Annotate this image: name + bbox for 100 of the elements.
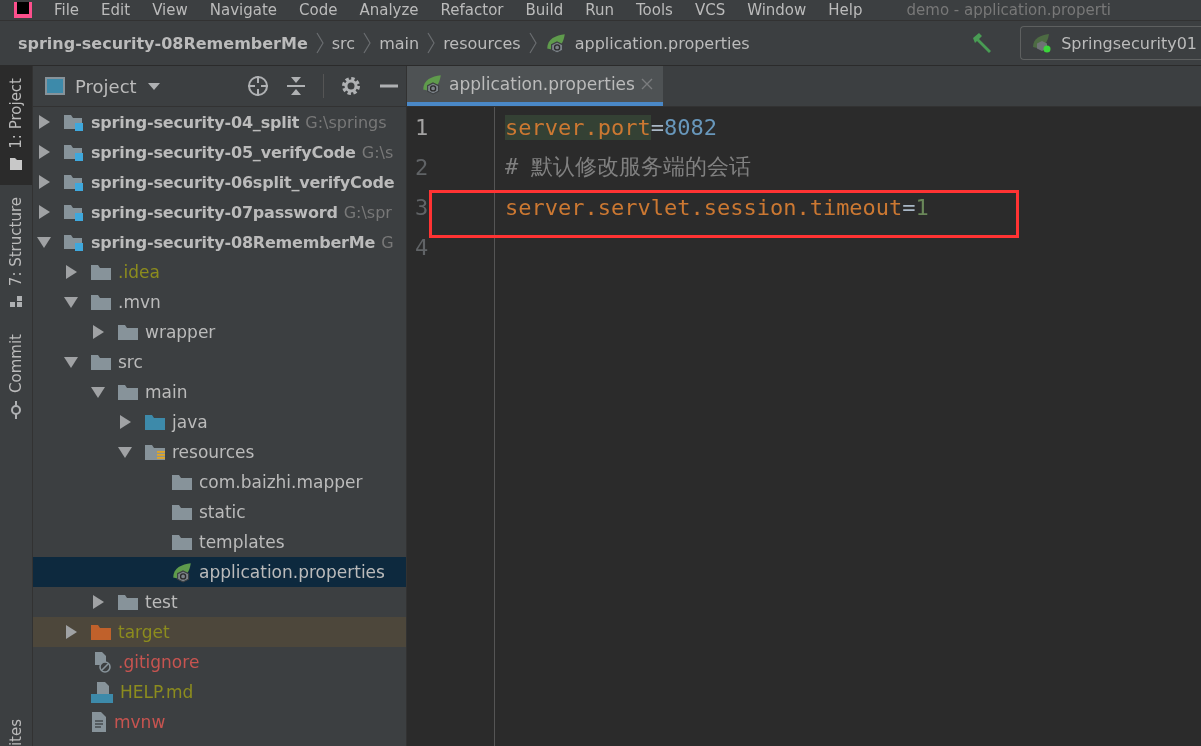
- menu-item[interactable]: VCS: [694, 1, 726, 19]
- menu-item[interactable]: Window: [747, 1, 807, 19]
- spring-leaf-icon: [544, 32, 567, 54]
- tree-item[interactable]: spring-security-04_split G:\springs: [33, 107, 406, 137]
- tree-item-label: src: [118, 352, 143, 372]
- module-folder-icon: [63, 143, 85, 161]
- tree-item-label: HELP.md: [120, 682, 194, 702]
- folder-icon: [171, 503, 193, 521]
- caret-icon: [146, 82, 161, 90]
- editor-tab[interactable]: application.properties: [407, 66, 663, 106]
- menu-item[interactable]: Help: [828, 1, 863, 19]
- app-logo-icon[interactable]: [14, 2, 32, 18]
- tree-item-label: test: [145, 592, 178, 612]
- breadcrumb-item[interactable]: application.properties: [574, 33, 750, 53]
- structure-icon: [9, 293, 23, 308]
- tree-item[interactable]: static: [33, 497, 406, 527]
- line-number: 2: [415, 154, 430, 180]
- expanded-arrow-icon[interactable]: [64, 295, 78, 309]
- tree-item[interactable]: com.baizhi.mapper: [33, 467, 406, 497]
- collapsed-arrow-icon[interactable]: [64, 265, 78, 279]
- menu-item[interactable]: Refactor: [440, 1, 504, 19]
- menu-item[interactable]: Analyze: [359, 1, 419, 19]
- menu-item[interactable]: Navigate: [209, 1, 278, 19]
- folder-icon: [9, 156, 23, 171]
- tree-item[interactable]: wrapper: [33, 317, 406, 347]
- breadcrumb-item[interactable]: resources: [443, 33, 521, 53]
- menu-item[interactable]: View: [152, 1, 188, 19]
- expanded-arrow-icon[interactable]: [37, 235, 51, 249]
- tree-item-label: templates: [199, 532, 285, 552]
- settings-icon[interactable]: [340, 75, 362, 97]
- collapsed-arrow-icon[interactable]: [37, 145, 51, 159]
- expanded-arrow-icon[interactable]: [64, 355, 78, 369]
- tool-window-tab[interactable]: 1: Project: [0, 66, 32, 185]
- tool-window-tab[interactable]: 7: Structure: [0, 184, 32, 322]
- tool-window-tab[interactable]: Commit: [0, 321, 32, 433]
- menu-item[interactable]: File: [54, 1, 80, 19]
- folder-icon: [117, 593, 139, 611]
- collapsed-arrow-icon[interactable]: [37, 175, 51, 189]
- text-file-icon: [90, 711, 108, 733]
- collapsed-arrow-icon[interactable]: [91, 325, 105, 339]
- folder-icon: [90, 353, 112, 371]
- resources-folder-icon: [144, 443, 166, 461]
- tree-item-label: java: [172, 412, 208, 432]
- tree-item[interactable]: main: [33, 377, 406, 407]
- spring-leaf-icon: [421, 73, 443, 95]
- tree-item[interactable]: spring-security-08RememberMe G: [33, 227, 406, 257]
- expanded-arrow-icon[interactable]: [118, 445, 132, 459]
- chevron-icon: [427, 32, 436, 54]
- tree-item[interactable]: application.properties: [33, 557, 406, 587]
- breadcrumb-item[interactable]: spring-security-08RememberMe: [18, 33, 308, 53]
- tree-item[interactable]: .mvn: [33, 287, 406, 317]
- folder-icon: [144, 413, 166, 431]
- tree-item-label: static: [199, 502, 246, 522]
- tree-item[interactable]: src: [33, 347, 406, 377]
- tree-item-label: spring-security-07password: [91, 202, 338, 222]
- breadcrumb-item[interactable]: main: [379, 33, 420, 53]
- tree-item-label: spring-security-05_verifyCode: [91, 142, 356, 162]
- tree-item[interactable]: resources: [33, 437, 406, 467]
- code-line: server.servlet.session.timeout=1: [505, 194, 929, 220]
- tree-item-label: resources: [172, 442, 255, 462]
- menu-item[interactable]: Run: [585, 1, 614, 19]
- locate-icon[interactable]: [247, 75, 269, 97]
- tree-item[interactable]: test: [33, 587, 406, 617]
- collapse-all-icon[interactable]: [285, 75, 307, 97]
- menu-item[interactable]: Tools: [635, 1, 673, 19]
- tree-item[interactable]: spring-security-05_verifyCode G:\s: [33, 137, 406, 167]
- line-number: 4: [415, 234, 430, 260]
- collapsed-arrow-icon[interactable]: [37, 205, 51, 219]
- tree-item[interactable]: templates: [33, 527, 406, 557]
- tool-window-tab[interactable]: ites: [0, 706, 32, 746]
- spring-leaf-icon: [171, 561, 193, 583]
- folder-icon: [171, 473, 193, 491]
- expanded-arrow-icon[interactable]: [91, 385, 105, 399]
- tree-item[interactable]: HELP.md: [33, 677, 406, 707]
- menu-item[interactable]: Code: [299, 1, 338, 19]
- code-comment: # 默认修改服务端的会话: [505, 153, 752, 181]
- folder-icon: [117, 383, 139, 401]
- tree-item[interactable]: .idea: [33, 257, 406, 287]
- menu-item[interactable]: Build: [525, 1, 564, 19]
- folder-icon: [117, 323, 139, 341]
- collapsed-arrow-icon[interactable]: [118, 415, 132, 429]
- commit-icon: [9, 400, 23, 419]
- project-view-dropdown[interactable]: Project: [45, 75, 161, 97]
- tree-item-label: application.properties: [199, 562, 385, 582]
- breadcrumb-item[interactable]: src: [331, 33, 356, 53]
- tree-item-label: spring-security-06split_verifyCode: [91, 172, 395, 192]
- tree-item-label: main: [145, 382, 188, 402]
- collapsed-arrow-icon[interactable]: [91, 595, 105, 609]
- tree-item[interactable]: spring-security-07password G:\spr: [33, 197, 406, 227]
- tree-item-label: spring-security-04_split: [91, 112, 300, 132]
- tree-item-label: com.baizhi.mapper: [199, 472, 363, 492]
- tree-item[interactable]: spring-security-06split_verifyCode: [33, 167, 406, 197]
- tree-item[interactable]: java: [33, 407, 406, 437]
- menu-item[interactable]: Edit: [101, 1, 131, 19]
- collapsed-arrow-icon[interactable]: [37, 115, 51, 129]
- run-configuration-dropdown[interactable]: Springsecurity01: [1020, 26, 1201, 60]
- folder-icon: [90, 293, 112, 311]
- chevron-icon: [315, 32, 324, 54]
- window-icon: [45, 77, 65, 95]
- collapsed-arrow-icon[interactable]: [64, 625, 78, 639]
